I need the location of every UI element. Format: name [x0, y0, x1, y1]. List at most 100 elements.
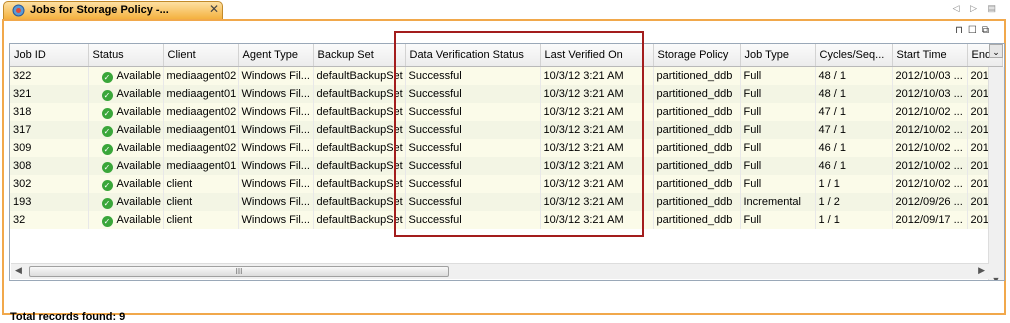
- table-cell: Full: [740, 85, 816, 103]
- table-cell: mediaagent01: [163, 121, 239, 139]
- table-cell: defaultBackupSet: [313, 175, 406, 193]
- table-cell: ✓ Available: [88, 139, 164, 157]
- vertical-scrollbar[interactable]: ▼: [988, 67, 1004, 280]
- status-text: Available: [116, 105, 161, 118]
- check-circle-icon: ✓: [101, 71, 113, 83]
- table-cell: 2012/10/02 ...: [892, 175, 968, 193]
- table-cell: Windows Fil...: [238, 66, 314, 85]
- table-cell: 2012/10/02 ...: [892, 139, 968, 157]
- table-cell: 47 / 1: [815, 103, 893, 121]
- column-header[interactable]: Agent Type: [238, 44, 314, 67]
- pin-icon[interactable]: ⊓: [955, 25, 968, 36]
- status-text: Available: [116, 159, 161, 172]
- tab-title: Jobs for Storage Policy -...: [30, 4, 169, 16]
- table-cell: partitioned_ddb: [653, 66, 741, 85]
- table-cell: 317: [10, 121, 89, 139]
- table-cell: 2012/10/02 ...: [892, 103, 968, 121]
- table-cell: 2012/10/02 ...: [892, 157, 968, 175]
- table-cell: defaultBackupSet: [313, 121, 406, 139]
- table-cell: Windows Fil...: [238, 85, 314, 103]
- table-cell: 48 / 1: [815, 85, 893, 103]
- column-header[interactable]: Client: [163, 44, 239, 67]
- table-cell: Full: [740, 121, 816, 139]
- table-cell: mediaagent01: [163, 157, 239, 175]
- tab-nav-arrows[interactable]: ◁ ▷ ▤: [953, 3, 1000, 14]
- table-cell: 302: [10, 175, 89, 193]
- status-text: Available: [116, 87, 161, 100]
- table-cell: 46 / 1: [815, 139, 893, 157]
- table-cell: ✓ Available: [88, 85, 164, 103]
- column-header[interactable]: Job Type: [740, 44, 816, 67]
- table-cell: partitioned_ddb: [653, 85, 741, 103]
- table-cell: partitioned_ddb: [653, 121, 741, 139]
- table-cell: partitioned_ddb: [653, 157, 741, 175]
- column-header[interactable]: Start Time: [892, 44, 968, 67]
- check-circle-icon: ✓: [101, 215, 113, 227]
- tab-bar: Jobs for Storage Policy -... ✕ ◁ ▷ ▤: [0, 0, 1010, 20]
- column-header[interactable]: Backup Set: [313, 44, 406, 67]
- table-cell: Windows Fil...: [238, 139, 314, 157]
- table-cell: 309: [10, 139, 89, 157]
- status-text: Available: [116, 195, 161, 208]
- table-cell: ✓ Available: [88, 157, 164, 175]
- table-cell: 2012/10/02 ...: [892, 121, 968, 139]
- table-cell: 2012/10/03 ...: [892, 66, 968, 85]
- column-header[interactable]: Storage Policy: [653, 44, 741, 67]
- restore-icon[interactable]: ⧉: [982, 25, 994, 36]
- maximize-icon[interactable]: ☐: [968, 25, 982, 36]
- table-cell: 321: [10, 85, 89, 103]
- close-icon[interactable]: ✕: [209, 2, 219, 16]
- verification-highlight-box: [394, 31, 644, 237]
- table-cell: mediaagent02: [163, 139, 239, 157]
- table-cell: Windows Fil...: [238, 157, 314, 175]
- table-cell: 2012/09/17 ...: [892, 211, 968, 229]
- table-cell: Windows Fil...: [238, 193, 314, 211]
- table-cell: 32: [10, 211, 89, 229]
- column-header[interactable]: Cycles/Seq...: [815, 44, 893, 67]
- column-header[interactable]: Job ID: [10, 44, 89, 67]
- check-circle-icon: ✓: [101, 125, 113, 137]
- status-text: Available: [116, 213, 161, 226]
- table-cell: partitioned_ddb: [653, 139, 741, 157]
- check-circle-icon: ✓: [101, 143, 113, 155]
- tab-jobs-for-storage-policy[interactable]: Jobs for Storage Policy -... ✕: [3, 1, 223, 19]
- table-cell: partitioned_ddb: [653, 103, 741, 121]
- storage-policy-icon: [12, 4, 25, 17]
- table-cell: Incremental: [740, 193, 816, 211]
- table-cell: client: [163, 175, 239, 193]
- horizontal-scrollbar[interactable]: ◀ III ▶: [11, 263, 989, 279]
- scroll-left-arrow-icon[interactable]: ◀: [15, 265, 22, 276]
- table-cell: Full: [740, 66, 816, 85]
- table-cell: mediaagent02: [163, 103, 239, 121]
- table-cell: ✓ Available: [88, 175, 164, 193]
- status-text: Available: [116, 69, 161, 82]
- table-cell: defaultBackupSet: [313, 139, 406, 157]
- table-cell: ✓ Available: [88, 193, 164, 211]
- view-toolbar: ⊓☐⧉: [955, 25, 994, 36]
- table-cell: 46 / 1: [815, 157, 893, 175]
- check-circle-icon: ✓: [101, 179, 113, 191]
- table-cell: defaultBackupSet: [313, 66, 406, 85]
- column-header[interactable]: Status: [88, 44, 164, 67]
- table-cell: 2012/10/03 ...: [892, 85, 968, 103]
- horizontal-scroll-thumb[interactable]: III: [29, 266, 449, 277]
- table-cell: ✓ Available: [88, 66, 164, 85]
- table-cell: 193: [10, 193, 89, 211]
- scroll-right-arrow-icon[interactable]: ▶: [978, 265, 985, 276]
- column-chooser-button[interactable]: ⌄: [989, 44, 1003, 58]
- table-cell: Full: [740, 211, 816, 229]
- table-cell: ✓ Available: [88, 211, 164, 229]
- check-circle-icon: ✓: [101, 197, 113, 209]
- table-cell: defaultBackupSet: [313, 211, 406, 229]
- table-cell: 322: [10, 66, 89, 85]
- table-cell: defaultBackupSet: [313, 157, 406, 175]
- table-cell: 48 / 1: [815, 66, 893, 85]
- table-cell: Full: [740, 175, 816, 193]
- table-cell: ✓ Available: [88, 103, 164, 121]
- check-circle-icon: ✓: [101, 107, 113, 119]
- table-cell: partitioned_ddb: [653, 193, 741, 211]
- table-cell: 308: [10, 157, 89, 175]
- table-cell: 1 / 2: [815, 193, 893, 211]
- table-cell: 1 / 1: [815, 211, 893, 229]
- scroll-down-arrow-icon[interactable]: ▼: [989, 273, 1003, 280]
